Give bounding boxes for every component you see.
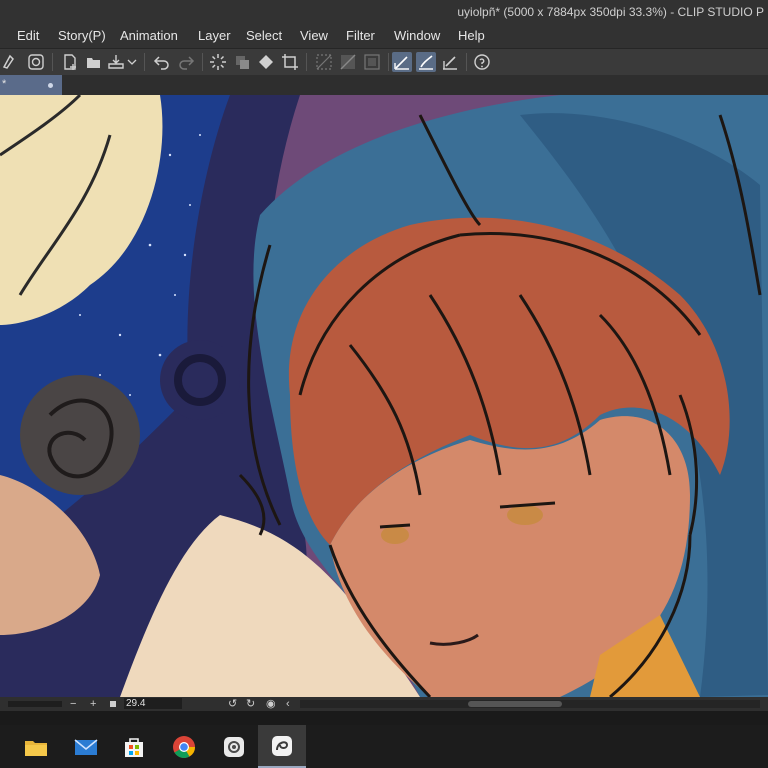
toolbar-separator (306, 53, 307, 71)
ruler-icon[interactable] (440, 52, 460, 72)
snap-icon[interactable] (314, 52, 334, 72)
zoom-in-button[interactable]: + (90, 697, 96, 711)
menu-story[interactable]: Story(P) (58, 28, 106, 43)
chevron-left-icon[interactable]: ‹ (286, 697, 290, 711)
clip-studio-icon[interactable] (26, 52, 46, 72)
chevron-down-icon[interactable] (126, 52, 138, 72)
unsaved-mark: * (2, 78, 7, 90)
fill-icon[interactable] (256, 52, 276, 72)
clip-studio-paint-icon[interactable] (258, 725, 306, 768)
menu-help[interactable]: Help (458, 28, 485, 43)
scrollbar-thumb[interactable] (468, 701, 562, 707)
taskbar (0, 725, 768, 768)
save-icon[interactable] (106, 52, 126, 72)
store-icon[interactable] (110, 725, 158, 768)
zoom-out-button[interactable]: − (70, 697, 76, 711)
reset-rotation-icon[interactable]: ◉ (266, 697, 276, 711)
toolbar-separator (466, 53, 467, 71)
open-icon[interactable] (84, 52, 104, 72)
crop-icon[interactable] (280, 52, 300, 72)
menu-select[interactable]: Select (246, 28, 282, 43)
menu-edit[interactable]: Edit (17, 28, 39, 43)
rotation-slider[interactable] (8, 701, 62, 707)
menu-layer[interactable]: Layer (198, 28, 231, 43)
loading-icon[interactable] (208, 52, 228, 72)
command-bar (0, 48, 768, 76)
menu-window[interactable]: Window (394, 28, 440, 43)
canvas[interactable] (0, 95, 768, 697)
clip-studio-icon[interactable] (210, 725, 258, 768)
snap-grid-icon[interactable] (362, 52, 382, 72)
window-bottom-edge (0, 711, 768, 725)
chrome-icon[interactable] (160, 725, 208, 768)
fit-view-icon[interactable] (110, 701, 116, 707)
toolbar-separator (202, 53, 203, 71)
title-bar: uyiolpñ* (5000 x 7884px 350dpi 33.3%) - … (0, 0, 768, 24)
transform-icon[interactable] (232, 52, 252, 72)
toolbar-separator (388, 53, 389, 71)
redo-icon[interactable] (176, 52, 196, 72)
mail-icon[interactable] (62, 725, 110, 768)
help-icon[interactable] (472, 52, 492, 72)
menu-filter[interactable]: Filter (346, 28, 375, 43)
rotate-right-icon[interactable]: ↻ (246, 697, 255, 711)
new-icon[interactable] (60, 52, 80, 72)
horizontal-scrollbar[interactable] (300, 700, 760, 708)
pen-icon[interactable] (392, 52, 412, 72)
undo-icon[interactable] (152, 52, 172, 72)
artwork (0, 95, 768, 697)
status-bar: − + 29.4 ↺ ↻ ◉ ‹ (0, 697, 768, 711)
zoom-input[interactable]: 29.4 (124, 698, 182, 709)
menu-bar: Edit Story(P) Animation Layer Select Vie… (0, 24, 768, 48)
menu-view[interactable]: View (300, 28, 328, 43)
canvas-tab[interactable]: * (0, 75, 62, 95)
clip-studio-menu-icon[interactable] (0, 52, 20, 72)
canvas-tab-bar: * (0, 75, 768, 95)
toolbar-separator (144, 53, 145, 71)
close-tab-icon[interactable] (48, 83, 53, 88)
snap-ruler-icon[interactable] (338, 52, 358, 72)
rotate-left-icon[interactable]: ↺ (228, 697, 237, 711)
menu-animation[interactable]: Animation (120, 28, 178, 43)
file-explorer-icon[interactable] (12, 725, 60, 768)
window-title: uyiolpñ* (5000 x 7884px 350dpi 33.3%) - … (457, 5, 764, 19)
toolbar-separator (52, 53, 53, 71)
brush-icon[interactable] (416, 52, 436, 72)
